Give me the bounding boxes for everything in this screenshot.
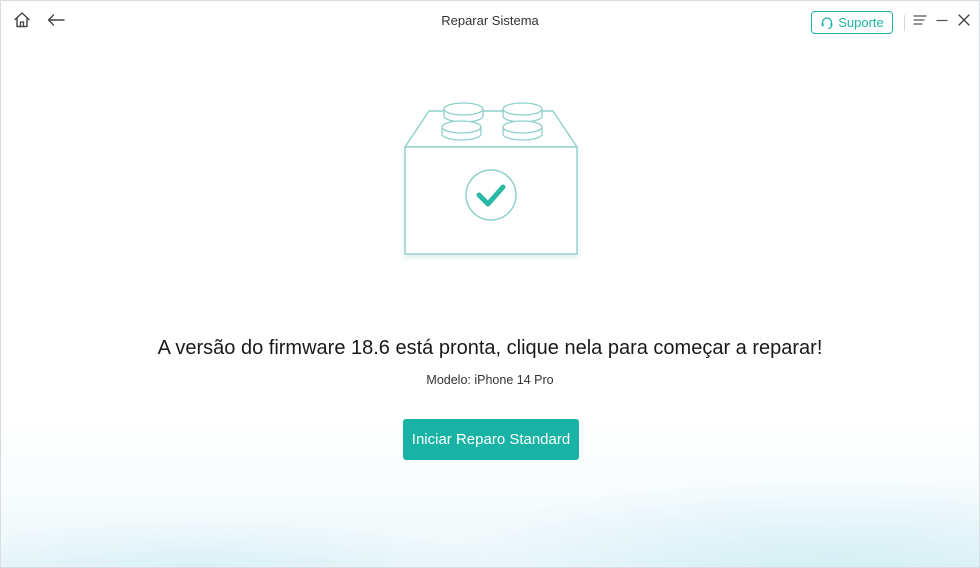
minimize-button[interactable] <box>931 9 953 31</box>
headset-icon <box>821 16 833 29</box>
title-bar: Reparar Sistema Suporte <box>1 1 979 41</box>
menu-button[interactable] <box>909 9 931 31</box>
device-model: Modelo: iPhone 14 Pro <box>426 373 554 387</box>
minimize-icon <box>936 19 948 22</box>
firmware-ready-message: A versão do firmware 18.6 está pronta, c… <box>157 337 823 359</box>
close-button[interactable] <box>953 9 975 31</box>
support-label: Suporte <box>838 15 884 30</box>
close-icon <box>958 14 970 26</box>
app-window: Reparar Sistema Suporte A versão do firm… <box>0 0 980 568</box>
menu-icon <box>913 15 927 25</box>
support-button[interactable]: Suporte <box>811 11 893 34</box>
toolbar-divider <box>904 15 905 31</box>
firmware-block-check-icon <box>404 102 578 255</box>
start-standard-repair-button[interactable]: Iniciar Reparo Standard <box>403 419 579 460</box>
